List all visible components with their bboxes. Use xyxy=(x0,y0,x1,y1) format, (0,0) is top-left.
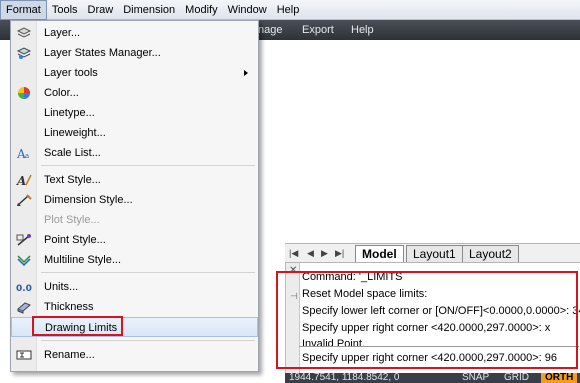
app-window: Format Tools Draw Dimension Modify Windo… xyxy=(0,0,580,383)
menu-draw-label: Draw xyxy=(87,3,114,16)
menu-item-units[interactable]: 0.0 Units... xyxy=(11,277,258,297)
grid-toggle[interactable]: GRID xyxy=(504,373,529,383)
menu-separator xyxy=(41,340,255,341)
menu-item-layer-states-manager[interactable]: Layer States Manager... xyxy=(11,43,258,63)
menu-item-label: Linetype... xyxy=(44,107,95,119)
first-tab-icon[interactable]: |◀ xyxy=(289,248,298,259)
text-style-icon: A xyxy=(16,173,32,188)
prev-tab-icon[interactable]: ◀ xyxy=(307,248,314,259)
menu-item-label: Scale List... xyxy=(44,147,101,159)
menu-item-label: Layer... xyxy=(44,27,81,39)
menu-draw[interactable]: Draw xyxy=(83,0,119,20)
menu-dimension[interactable]: Dimension xyxy=(118,0,180,20)
menu-item-text-style[interactable]: A Text Style... xyxy=(11,170,258,190)
menu-tools-label: Tools xyxy=(51,3,78,16)
menu-item-rename[interactable]: Rename... xyxy=(11,345,258,365)
menu-item-plot-style[interactable]: Plot Style... xyxy=(11,210,258,230)
menu-modify[interactable]: Modify xyxy=(180,0,222,20)
menu-item-label: Multiline Style... xyxy=(44,254,122,266)
menu-item-label: Point Style... xyxy=(44,234,106,246)
svg-text:a: a xyxy=(25,152,29,160)
menu-format-label: Format xyxy=(6,3,41,16)
thickness-icon xyxy=(16,300,32,314)
units-icon: 0.0 xyxy=(16,280,32,294)
menu-item-lineweight[interactable]: Lineweight... xyxy=(11,123,258,143)
rename-icon xyxy=(16,348,32,362)
svg-text:A: A xyxy=(16,174,26,187)
ribbon-tab-manage[interactable]: nage xyxy=(258,20,282,40)
menu-modify-label: Modify xyxy=(185,3,218,16)
menu-item-label: Dimension Style... xyxy=(44,194,133,206)
menu-item-linetype[interactable]: Linetype... xyxy=(11,103,258,123)
last-tab-icon[interactable]: ▶| xyxy=(335,248,344,259)
next-tab-icon[interactable]: ▶ xyxy=(321,248,328,259)
menu-item-thickness[interactable]: Thickness xyxy=(11,297,258,317)
dimension-style-icon xyxy=(16,193,32,207)
menu-help[interactable]: Help xyxy=(272,0,305,20)
menu-item-dimension-style[interactable]: Dimension Style... xyxy=(11,190,258,210)
svg-text:0.0: 0.0 xyxy=(16,284,32,294)
multiline-style-icon xyxy=(16,253,32,267)
snap-toggle[interactable]: SNAP xyxy=(462,373,489,383)
scale-list-icon: Aa xyxy=(16,146,32,161)
menu-item-label: Thickness xyxy=(44,301,94,313)
menu-item-label: Rename... xyxy=(44,349,95,361)
menu-item-label: Lineweight... xyxy=(44,127,106,139)
menu-item-label: Layer tools xyxy=(44,67,98,79)
menu-window[interactable]: Window xyxy=(223,0,272,20)
menu-item-layer[interactable]: Layer... xyxy=(11,23,258,43)
menu-item-label: Color... xyxy=(44,87,79,99)
menu-separator xyxy=(41,272,255,273)
command-highlight-box xyxy=(276,271,578,369)
menu-item-label: Layer States Manager... xyxy=(44,47,161,59)
coordinate-readout: 1944.7541, 1184.8542, 0 xyxy=(289,373,400,383)
menu-window-label: Window xyxy=(227,3,267,16)
ribbon-tab-help[interactable]: Help xyxy=(351,20,374,40)
drawing-limits-highlight-box xyxy=(32,316,123,336)
menu-help-label: Help xyxy=(276,3,300,16)
point-style-icon xyxy=(16,233,32,247)
submenu-arrow-icon xyxy=(244,70,248,76)
menu-item-point-style[interactable]: Point Style... xyxy=(11,230,258,250)
ortho-toggle[interactable]: ORTH xyxy=(541,373,578,383)
menu-item-label: Units... xyxy=(44,281,79,293)
menu-item-label: Plot Style... xyxy=(44,214,100,226)
menu-item-label: Text Style... xyxy=(44,174,101,186)
menu-item-layer-tools[interactable]: Layer tools xyxy=(11,63,258,83)
status-bar: 1944.7541, 1184.8542, 0 SNAP GRID ORTH xyxy=(285,373,580,383)
menu-bar: Format Tools Draw Dimension Modify Windo… xyxy=(0,0,580,20)
menu-dimension-label: Dimension xyxy=(123,3,176,16)
ribbon-tab-export[interactable]: Export xyxy=(302,20,334,40)
layer-states-icon xyxy=(16,46,32,60)
menu-item-scale-list[interactable]: Aa Scale List... xyxy=(11,143,258,163)
menu-tools[interactable]: Tools xyxy=(47,0,83,20)
menu-format[interactable]: Format xyxy=(0,0,47,20)
layer-icon xyxy=(16,26,32,40)
menu-item-color[interactable]: Color... xyxy=(11,83,258,103)
menu-separator xyxy=(41,165,255,166)
tab-layout1[interactable]: Layout1 xyxy=(406,245,463,262)
tab-model[interactable]: Model xyxy=(355,245,404,262)
layout-tabs-bar: |◀ ◀ ▶ ▶| Model Layout1 Layout2 xyxy=(285,243,580,263)
menu-item-multiline-style[interactable]: Multiline Style... xyxy=(11,250,258,270)
tab-layout2[interactable]: Layout2 xyxy=(462,245,519,262)
color-wheel-icon xyxy=(16,86,32,100)
